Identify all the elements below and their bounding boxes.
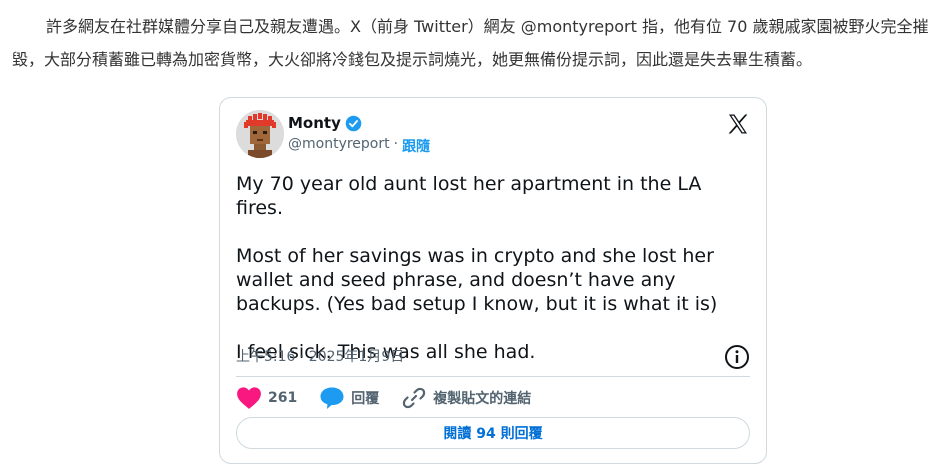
copy-link-label: 複製貼文的連結: [433, 391, 532, 407]
tweet-actions: 261 回覆 複製貼文的連結: [236, 385, 553, 411]
speech-bubble-icon: [320, 387, 344, 409]
reply-label: 回覆: [351, 391, 380, 407]
article-paragraph: 許多網友在社群媒體分享自己及親友遭遇。X（前身 Twitter）網友 @mont…: [12, 17, 929, 69]
handle-row: @montyreport · 跟隨: [288, 136, 430, 156]
divider: [236, 376, 750, 377]
author-name-row[interactable]: Monty: [288, 114, 362, 132]
read-replies-button[interactable]: 閱讀 94 則回覆: [236, 417, 750, 449]
like-count: 261: [268, 390, 298, 406]
author-handle[interactable]: @montyreport: [288, 136, 390, 156]
avatar[interactable]: [236, 110, 284, 158]
link-icon: [403, 387, 426, 409]
separator-dot: ·: [393, 136, 399, 152]
tweet-paragraph: Most of her savings was in crypto and sh…: [236, 245, 718, 315]
heart-icon: [237, 387, 261, 409]
info-icon[interactable]: [724, 344, 750, 370]
x-logo-icon[interactable]: [726, 112, 750, 136]
copy-link-button[interactable]: 複製貼文的連結: [401, 385, 531, 411]
reply-button[interactable]: 回覆: [319, 386, 379, 410]
tweet-paragraph: My 70 year old aunt lost her apartment i…: [236, 173, 702, 219]
follow-link[interactable]: 跟隨: [402, 136, 430, 156]
pixel-avatar-image: [236, 110, 284, 158]
like-button[interactable]: 261: [236, 386, 297, 410]
tweet-timestamp[interactable]: 上午5:16 · 2025年1月9日: [236, 346, 404, 366]
verified-badge-icon: [345, 115, 362, 131]
author-name[interactable]: Monty: [288, 114, 341, 132]
embedded-tweet-card[interactable]: Monty @montyreport · 跟隨 My 70 year old a…: [219, 97, 767, 464]
